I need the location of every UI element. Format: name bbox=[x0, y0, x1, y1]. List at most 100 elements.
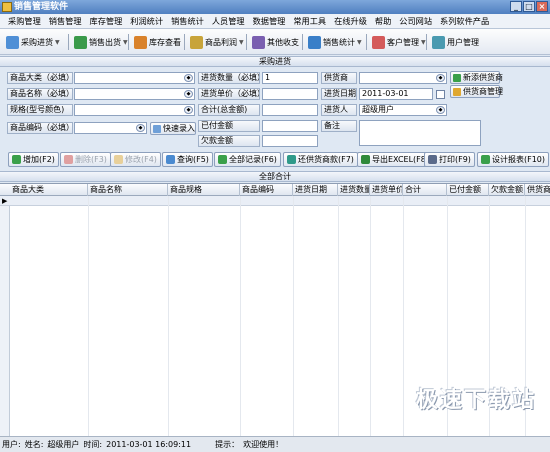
person-label: 进货人 bbox=[321, 104, 357, 116]
menu-sales[interactable]: 销售管理 bbox=[45, 14, 86, 29]
column-header[interactable]: 进货数量 bbox=[338, 184, 370, 196]
category-select[interactable]: ◆ bbox=[74, 72, 195, 84]
column-divider bbox=[293, 196, 294, 436]
status-tip-value: 欢迎使用！ bbox=[243, 440, 284, 449]
query-button[interactable]: 查询(F5) bbox=[162, 152, 213, 167]
spec-label: 规格(型号颜色) bbox=[7, 104, 73, 116]
add-supplier-button[interactable]: 新添供货商 bbox=[450, 71, 503, 84]
column-header[interactable]: 已付金额 bbox=[447, 184, 489, 196]
menu-upgrade[interactable]: 在线升级 bbox=[330, 14, 371, 29]
repay-supplier-button[interactable]: 还供货商款(F7) bbox=[283, 152, 358, 167]
export-label: 导出EXCEL(F8) bbox=[372, 155, 429, 164]
customer-icon bbox=[372, 35, 385, 49]
dropdown-icon[interactable]: ◆ bbox=[136, 124, 145, 132]
dropdown-icon[interactable]: ◆ bbox=[184, 90, 193, 98]
note-textarea[interactable] bbox=[359, 120, 481, 146]
owed-input[interactable] bbox=[262, 135, 318, 147]
records-grid[interactable]: 商品大类 商品名称 商品规格 商品编码 进货日期 进货数量 进货单价 合计 已付… bbox=[0, 183, 550, 436]
chart-icon bbox=[308, 35, 321, 49]
toolbar-separator bbox=[302, 34, 303, 50]
purchase-toolbar-button[interactable]: 采购进货 ▼ bbox=[4, 33, 62, 51]
menu-stock[interactable]: 库存管理 bbox=[86, 14, 127, 29]
profit-toolbar-label: 商品利润 bbox=[205, 37, 237, 47]
dropdown-icon[interactable]: ◆ bbox=[436, 74, 445, 82]
menu-sales-stat[interactable]: 销售统计 bbox=[167, 14, 208, 29]
customer-toolbar-button[interactable]: 客户管理 ▼ bbox=[370, 33, 428, 51]
delete-label: 删除(F3) bbox=[75, 155, 107, 164]
column-header[interactable]: 合计 bbox=[403, 184, 447, 196]
column-divider bbox=[240, 196, 241, 436]
qty-label: 进货数量（必填） bbox=[198, 72, 260, 84]
supplier-select[interactable]: ◆ bbox=[359, 72, 447, 84]
other-income-toolbar-button[interactable]: 其他收支 bbox=[250, 33, 301, 51]
menu-purchase[interactable]: 采购管理 bbox=[4, 14, 45, 29]
code-label: 商品编码（必填） bbox=[7, 122, 73, 134]
price-input[interactable] bbox=[262, 88, 318, 100]
status-bar: 用户: 姓名: 超级用户 时间: 2011-03-01 16:09:11 提示：… bbox=[0, 436, 550, 452]
person-select[interactable]: 超级用户 ◆ bbox=[359, 104, 447, 116]
profit-toolbar-button[interactable]: 商品利润 ▼ bbox=[188, 33, 246, 51]
spec-select[interactable]: ◆ bbox=[74, 104, 195, 116]
quick-entry-button[interactable]: 快速录入 bbox=[150, 122, 196, 135]
dropdown-icon[interactable]: ◆ bbox=[184, 106, 193, 114]
report-label: 设计报表(F10) bbox=[492, 155, 546, 164]
dropdown-icon[interactable]: ◆ bbox=[184, 74, 193, 82]
close-button[interactable]: × bbox=[536, 1, 548, 12]
print-button[interactable]: 打印(F9) bbox=[424, 152, 475, 167]
menu-products[interactable]: 系列软件产品 bbox=[436, 14, 493, 29]
column-header[interactable]: 供货商 bbox=[525, 184, 550, 196]
user-toolbar-label: 用户管理 bbox=[447, 37, 479, 47]
sales-stat-toolbar-button[interactable]: 销售统计 ▼ bbox=[306, 33, 364, 51]
add-label: 增加(F2) bbox=[23, 155, 55, 164]
column-header[interactable]: 进货单价 bbox=[370, 184, 403, 196]
table-row[interactable]: ▶ bbox=[0, 196, 550, 206]
export-excel-button[interactable]: 导出EXCEL(F8) bbox=[357, 152, 433, 167]
total-input[interactable] bbox=[262, 104, 318, 116]
user-toolbar-button[interactable]: 用户管理 bbox=[430, 33, 481, 51]
menu-data[interactable]: 数据管理 bbox=[249, 14, 290, 29]
status-time-label: 时间: bbox=[83, 440, 103, 449]
excel-icon bbox=[361, 155, 370, 164]
status-user-label: 用户: bbox=[2, 440, 21, 449]
modify-button[interactable]: 修改(F4) bbox=[110, 152, 161, 167]
toolbar-separator bbox=[68, 34, 69, 50]
design-report-button[interactable]: 设计报表(F10) bbox=[477, 152, 550, 167]
qty-input[interactable]: 1 bbox=[262, 72, 318, 84]
quick-entry-label: 快速录入 bbox=[163, 124, 195, 133]
coins-icon bbox=[190, 35, 203, 49]
menu-website[interactable]: 公司网站 bbox=[395, 14, 436, 29]
folder-icon bbox=[453, 88, 461, 96]
minimize-button[interactable]: _ bbox=[510, 1, 522, 12]
sales-out-toolbar-label: 销售出货 bbox=[89, 37, 121, 47]
menu-help[interactable]: 帮助 bbox=[371, 14, 395, 29]
all-records-button[interactable]: 全部记录(F6) bbox=[214, 152, 281, 167]
other-income-toolbar-label: 其他收支 bbox=[267, 37, 299, 47]
date-checkbox[interactable] bbox=[436, 90, 445, 99]
name-select[interactable]: ◆ bbox=[74, 88, 195, 100]
column-header[interactable]: 商品编码 bbox=[240, 184, 293, 196]
paid-input[interactable] bbox=[262, 120, 318, 132]
menu-profit[interactable]: 利润统计 bbox=[126, 14, 167, 29]
column-header[interactable]: 商品名称 bbox=[88, 184, 168, 196]
dropdown-icon[interactable]: ◆ bbox=[436, 106, 445, 114]
date-label: 进货日期 bbox=[321, 88, 357, 100]
column-header[interactable]: 进货日期 bbox=[293, 184, 338, 196]
column-header[interactable]: 欠款金额 bbox=[489, 184, 525, 196]
delete-button[interactable]: 删除(F3) bbox=[60, 152, 111, 167]
menu-staff[interactable]: 人员管理 bbox=[208, 14, 249, 29]
column-header[interactable]: 商品规格 bbox=[168, 184, 240, 196]
column-header[interactable]: 商品大类 bbox=[10, 184, 88, 196]
supplier-label: 供货商 bbox=[321, 72, 357, 84]
report-icon bbox=[481, 155, 490, 164]
add-button[interactable]: 增加(F2) bbox=[8, 152, 59, 167]
purchase-form: 商品大类（必填） ◆ 商品名称（必填） ◆ 规格(型号颜色) ◆ 商品编码（必填… bbox=[0, 67, 550, 149]
stock-view-toolbar-button[interactable]: 库存查看 bbox=[132, 33, 183, 51]
manage-supplier-button[interactable]: 供货商管理 bbox=[450, 85, 503, 98]
sales-out-toolbar-button[interactable]: 销售出货 ▼ bbox=[72, 33, 130, 51]
note-label: 备注 bbox=[321, 120, 357, 132]
maximize-button[interactable]: □ bbox=[523, 1, 535, 12]
menu-tools[interactable]: 常用工具 bbox=[289, 14, 330, 29]
date-input[interactable]: 2011-03-01 bbox=[359, 88, 433, 100]
code-select[interactable]: ◆ bbox=[74, 122, 147, 134]
toolbar-separator bbox=[366, 34, 367, 50]
